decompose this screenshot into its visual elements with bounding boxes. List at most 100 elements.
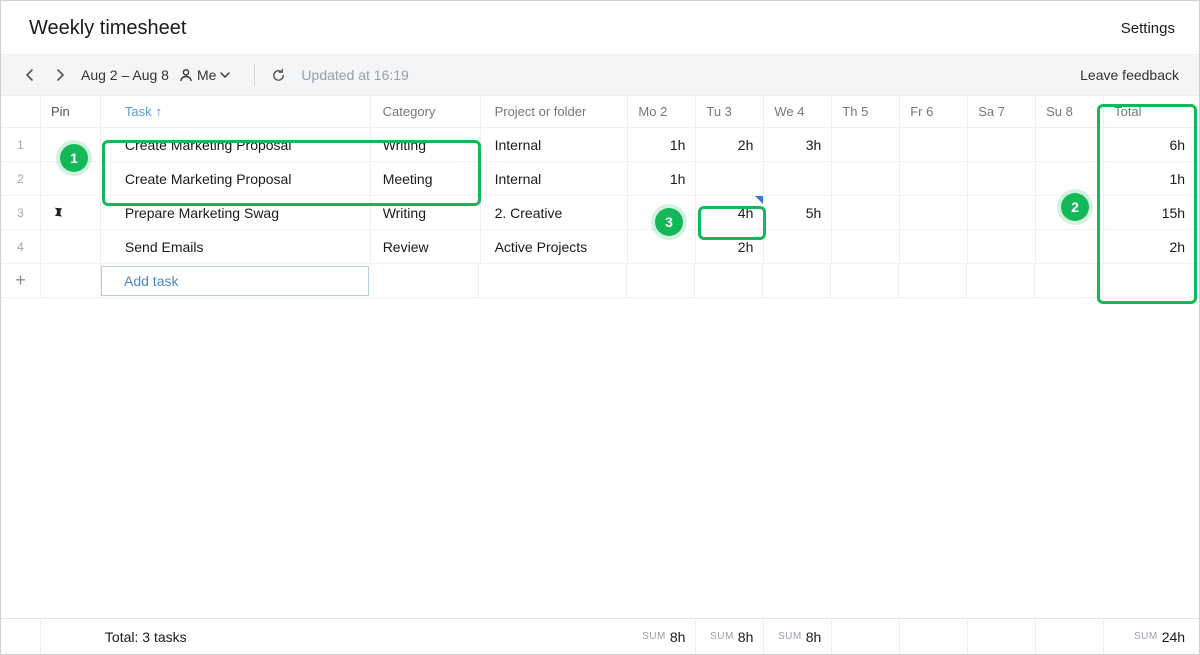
toolbar-divider xyxy=(254,64,255,86)
time-cell[interactable] xyxy=(832,162,900,195)
user-label: Me xyxy=(197,67,216,83)
col-total[interactable]: Total xyxy=(1104,96,1199,127)
table-row: 4 Send Emails Review Active Projects 2h … xyxy=(1,230,1199,264)
project-cell[interactable]: Internal xyxy=(481,128,629,161)
col-day-fr[interactable]: Fr 6 xyxy=(900,96,968,127)
row-number-header xyxy=(1,96,41,127)
time-cell[interactable] xyxy=(832,196,900,229)
prev-week-button[interactable] xyxy=(15,60,45,90)
time-cell[interactable] xyxy=(1036,196,1104,229)
time-cell[interactable] xyxy=(628,230,696,263)
time-cell[interactable] xyxy=(900,162,968,195)
project-cell[interactable]: 2. Creative xyxy=(481,196,629,229)
user-selector[interactable]: Me xyxy=(179,67,230,83)
user-icon xyxy=(179,68,193,82)
row-number: 2 xyxy=(1,162,41,195)
footer-day-sum: SUM8h xyxy=(696,619,764,654)
task-cell[interactable]: Prepare Marketing Swag xyxy=(101,196,371,229)
time-cell[interactable] xyxy=(900,128,968,161)
time-cell[interactable] xyxy=(832,128,900,161)
time-cell[interactable] xyxy=(764,162,832,195)
pin-cell[interactable] xyxy=(41,128,101,161)
row-number: 3 xyxy=(1,196,41,229)
time-cell[interactable]: 2h xyxy=(696,128,764,161)
updated-text: Updated at 16:19 xyxy=(301,67,408,83)
row-total: 1h xyxy=(1104,162,1199,195)
footer-summary-row: Total: 3 tasks SUM8h SUM8h SUM8h SUM24h xyxy=(1,618,1199,654)
time-cell[interactable] xyxy=(832,230,900,263)
pin-cell[interactable] xyxy=(41,196,101,229)
project-cell[interactable]: Active Projects xyxy=(481,230,629,263)
col-pin[interactable]: Pin xyxy=(41,96,101,127)
pin-cell xyxy=(41,264,101,297)
add-row-button[interactable]: + xyxy=(1,264,41,297)
next-week-button[interactable] xyxy=(45,60,75,90)
row-number: 4 xyxy=(1,230,41,263)
pin-icon xyxy=(51,206,65,220)
category-cell[interactable]: Writing xyxy=(371,128,481,161)
header: Weekly timesheet Settings xyxy=(1,1,1199,54)
table-row: 3 Prepare Marketing Swag Writing 2. Crea… xyxy=(1,196,1199,230)
time-cell[interactable]: 4h xyxy=(696,196,764,229)
page-title: Weekly timesheet xyxy=(29,17,186,40)
category-cell[interactable]: Meeting xyxy=(371,162,481,195)
col-category[interactable]: Category xyxy=(371,96,481,127)
app-frame: Weekly timesheet Settings Aug 2 – Aug 8 … xyxy=(0,0,1200,655)
row-total: 6h xyxy=(1104,128,1199,161)
add-task-input[interactable]: Add task xyxy=(101,266,369,296)
row-total: 2h xyxy=(1104,230,1199,263)
col-project[interactable]: Project or folder xyxy=(481,96,629,127)
col-day-th[interactable]: Th 5 xyxy=(832,96,900,127)
time-cell[interactable] xyxy=(628,196,696,229)
footer-total-label: Total: 3 tasks xyxy=(101,619,371,654)
project-cell[interactable]: Internal xyxy=(481,162,629,195)
cell-note-icon xyxy=(755,196,763,204)
time-cell[interactable] xyxy=(1036,162,1104,195)
time-cell[interactable] xyxy=(1036,230,1104,263)
footer-grand-total: SUM24h xyxy=(1104,619,1199,654)
pin-cell[interactable] xyxy=(41,230,101,263)
chevron-down-icon xyxy=(220,71,230,79)
refresh-icon xyxy=(271,68,286,83)
task-cell[interactable]: Create Marketing Proposal xyxy=(101,162,371,195)
toolbar: Aug 2 – Aug 8 Me Updated at 16:19 Leave … xyxy=(1,54,1199,96)
column-header-row: Pin Task ↑ Category Project or folder Mo… xyxy=(1,96,1199,128)
category-cell[interactable]: Writing xyxy=(371,196,481,229)
col-day-su[interactable]: Su 8 xyxy=(1036,96,1104,127)
refresh-button[interactable] xyxy=(265,68,291,83)
time-cell[interactable]: 1h xyxy=(628,128,696,161)
time-cell[interactable] xyxy=(764,230,832,263)
pin-cell[interactable] xyxy=(41,162,101,195)
settings-link[interactable]: Settings xyxy=(1121,20,1175,37)
timesheet-grid: Pin Task ↑ Category Project or folder Mo… xyxy=(1,96,1199,654)
leave-feedback-link[interactable]: Leave feedback xyxy=(1080,67,1179,83)
date-range-picker[interactable]: Aug 2 – Aug 8 xyxy=(81,67,169,83)
time-cell[interactable] xyxy=(968,230,1036,263)
table-row: 1 Create Marketing Proposal Writing Inte… xyxy=(1,128,1199,162)
time-cell[interactable] xyxy=(900,230,968,263)
col-task[interactable]: Task ↑ xyxy=(101,96,371,127)
time-cell[interactable]: 3h xyxy=(764,128,832,161)
col-day-we[interactable]: We 4 xyxy=(764,96,832,127)
task-cell[interactable]: Create Marketing Proposal xyxy=(101,128,371,161)
task-cell[interactable]: Send Emails xyxy=(101,230,371,263)
category-cell[interactable]: Review xyxy=(371,230,481,263)
time-cell[interactable] xyxy=(968,128,1036,161)
row-number: 1 xyxy=(1,128,41,161)
time-cell[interactable] xyxy=(968,162,1036,195)
time-cell[interactable]: 1h xyxy=(628,162,696,195)
time-cell[interactable] xyxy=(900,196,968,229)
col-day-mo[interactable]: Mo 2 xyxy=(628,96,696,127)
col-day-sa[interactable]: Sa 7 xyxy=(968,96,1036,127)
sort-asc-icon: ↑ xyxy=(156,104,163,119)
time-cell[interactable]: 2h xyxy=(696,230,764,263)
time-cell[interactable] xyxy=(696,162,764,195)
time-cell[interactable] xyxy=(968,196,1036,229)
table-row: 2 Create Marketing Proposal Meeting Inte… xyxy=(1,162,1199,196)
add-task-row: + Add task xyxy=(1,264,1199,298)
row-total: 15h xyxy=(1104,196,1199,229)
time-cell[interactable]: 5h xyxy=(764,196,832,229)
time-cell[interactable] xyxy=(1036,128,1104,161)
col-day-tu[interactable]: Tu 3 xyxy=(696,96,764,127)
footer-day-sum: SUM8h xyxy=(764,619,832,654)
